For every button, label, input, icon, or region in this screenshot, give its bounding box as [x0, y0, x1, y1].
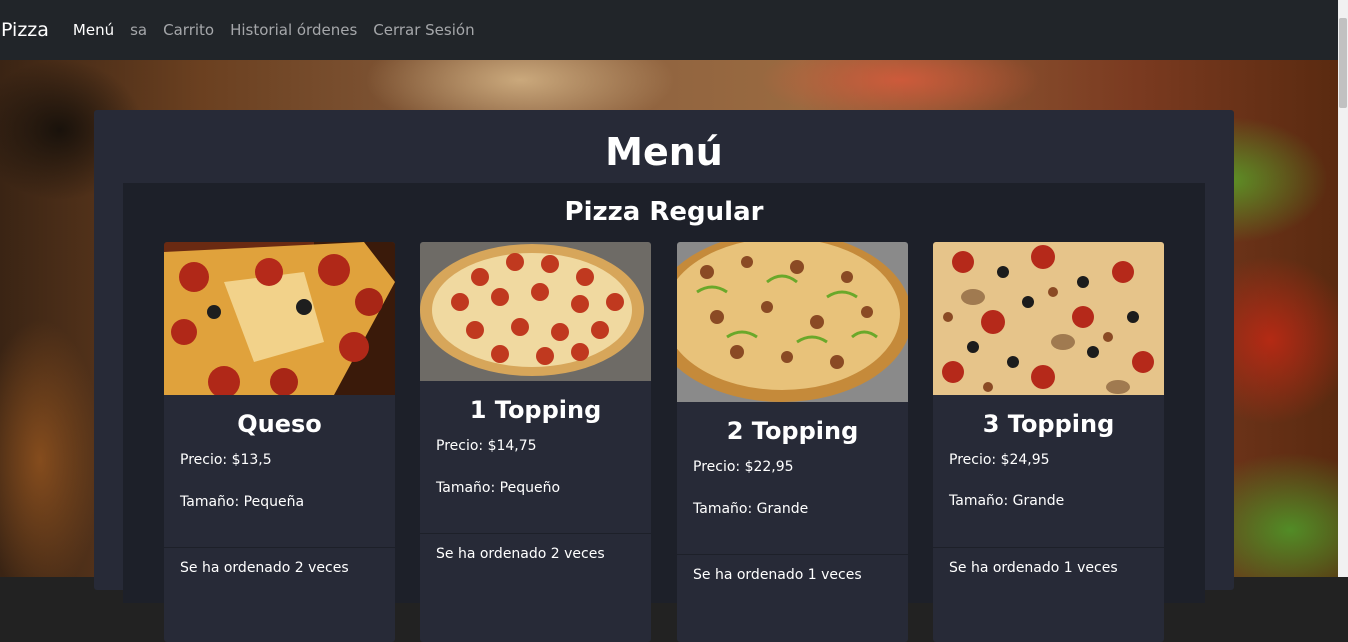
- pizza-card: 1 Topping Precio: $14,75 Tamaño: Pequeño…: [420, 242, 651, 642]
- pizza-size: Tamaño: Grande: [693, 501, 809, 517]
- pizza-name: 3 Topping: [982, 410, 1115, 438]
- pizza-size: Tamaño: Pequeña: [180, 494, 305, 510]
- nav-link-logout[interactable]: Cerrar Sesión: [373, 21, 474, 39]
- pizza-order-count: Se ha ordenado 2 veces: [436, 546, 605, 562]
- nav-link-sa[interactable]: sa: [130, 21, 147, 39]
- pizza-image: [677, 242, 908, 402]
- menu-panel: Menú Pizza Regular Queso Precio: $13,5 T…: [94, 110, 1234, 642]
- pizza-name: Queso: [237, 410, 322, 438]
- pizza-order-count: Se ha ordenado 1 veces: [693, 567, 862, 583]
- pizza-image: [164, 242, 395, 395]
- page-scrollbar[interactable]: [1338, 0, 1348, 577]
- pizza-card: 2 Topping Precio: $22,95 Tamaño: Grande …: [677, 242, 908, 642]
- pizza-card: 3 Topping Precio: $24,95 Tamaño: Grande …: [933, 242, 1164, 642]
- card-divider: [933, 547, 1164, 548]
- pizza-name: 2 Topping: [726, 417, 859, 445]
- page-title: Menú: [605, 130, 723, 174]
- navbar: Pizza Menú sa Carrito Historial órdenes …: [0, 0, 1338, 60]
- pizza-card: Queso Precio: $13,5 Tamaño: Pequeña Se h…: [164, 242, 395, 642]
- section-title: Pizza Regular: [564, 197, 764, 227]
- nav-link-order-history[interactable]: Historial órdenes: [230, 21, 357, 39]
- pizza-name: 1 Topping: [469, 396, 602, 424]
- nav-link-menu[interactable]: Menú: [73, 21, 114, 39]
- nav-link-cart[interactable]: Carrito: [163, 21, 214, 39]
- pizza-size: Tamaño: Grande: [949, 493, 1065, 509]
- pizza-order-count: Se ha ordenado 1 veces: [949, 560, 1118, 576]
- pizza-price: Precio: $13,5: [180, 452, 272, 468]
- pizza-price: Precio: $22,95: [693, 459, 794, 475]
- pizza-image: [933, 242, 1164, 395]
- scrollbar-thumb[interactable]: [1339, 18, 1347, 108]
- navbar-brand[interactable]: Pizza: [1, 19, 49, 41]
- pizza-order-count: Se ha ordenado 2 veces: [180, 560, 349, 576]
- card-divider: [677, 554, 908, 555]
- pizza-size: Tamaño: Pequeño: [436, 480, 561, 496]
- card-divider: [420, 533, 651, 534]
- pizza-price: Precio: $14,75: [436, 438, 537, 454]
- pizza-section: Pizza Regular Queso Precio: $13,5 Tamaño…: [123, 183, 1205, 642]
- pizza-image: [420, 242, 651, 381]
- card-divider: [164, 547, 395, 548]
- pizza-price: Precio: $24,95: [949, 452, 1050, 468]
